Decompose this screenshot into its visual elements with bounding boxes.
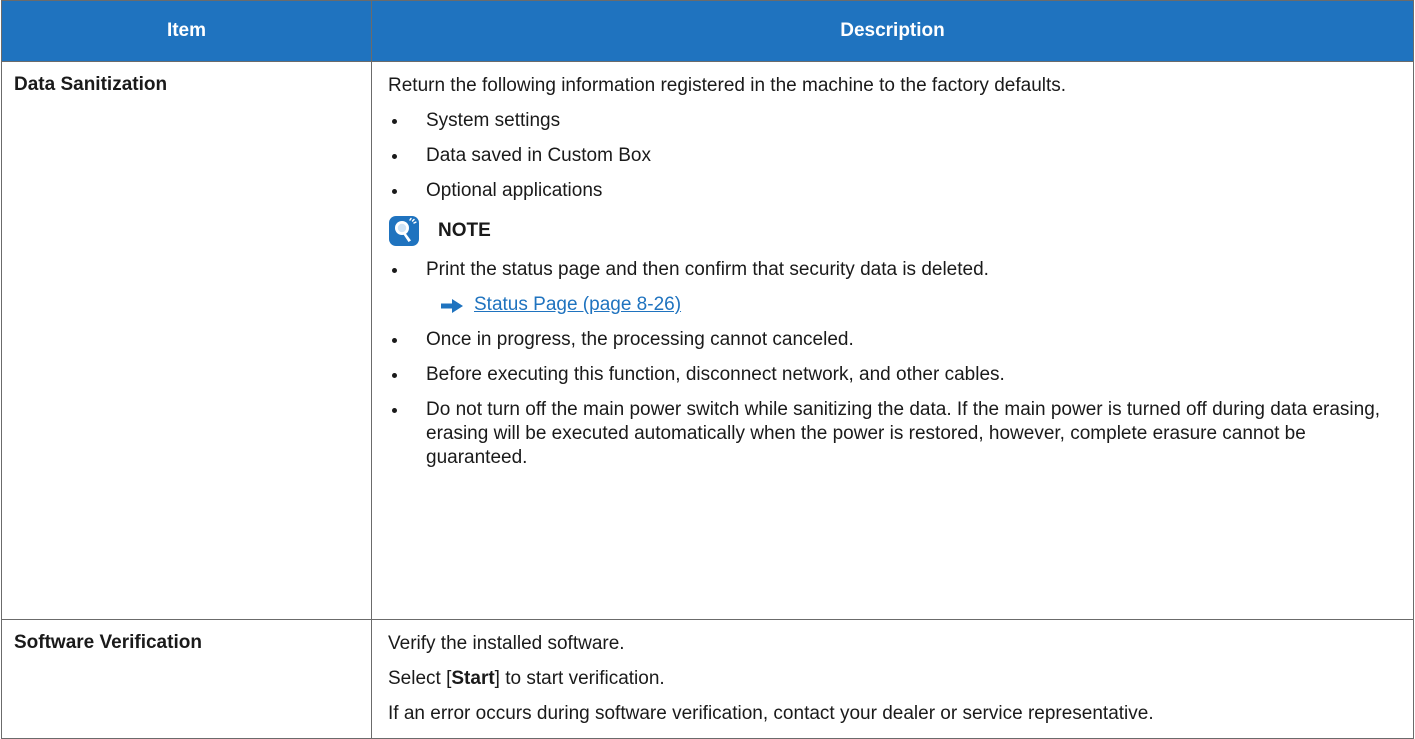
description-text: Verify the installed software. (388, 633, 625, 654)
table-row: Software Verification Verify the install… (1, 619, 1414, 739)
text-fragment: Select [ (388, 668, 452, 689)
settings-table: Item Description Data Sanitization Retur… (1, 0, 1414, 739)
lightbulb-note-icon (388, 215, 420, 247)
list-item: System settings (388, 109, 1397, 133)
start-key-label: Start (451, 668, 495, 689)
table-header-row: Item Description (1, 0, 1414, 62)
list-item: Before executing this function, disconne… (388, 363, 1397, 387)
column-header-item: Item (1, 0, 372, 62)
list-item: Print the status page and then confirm t… (388, 258, 1397, 282)
item-cell: Software Verification (1, 619, 372, 739)
status-page-link[interactable]: Status Page (page 8-26) (474, 293, 681, 317)
description-cell: Verify the installed software. Select [S… (371, 619, 1414, 739)
item-cell: Data Sanitization (1, 61, 372, 620)
note-label: NOTE (438, 220, 491, 241)
list-item: Optional applications (388, 179, 1397, 203)
description-text: Return the following information registe… (388, 75, 1067, 96)
list-item: Do not turn off the main power switch wh… (388, 398, 1397, 470)
note-heading: NOTE (388, 215, 1397, 247)
description-text: If an error occurs during software verif… (388, 703, 1154, 724)
text-fragment: ] to start verification. (494, 668, 665, 689)
description-text: Select [Start] to start verification. (388, 667, 1397, 691)
list-item: Once in progress, the processing cannot … (388, 328, 1397, 352)
arrow-right-icon (440, 297, 464, 313)
column-header-description: Description (371, 0, 1414, 62)
description-cell: Return the following information registe… (371, 61, 1414, 620)
table-row: Data Sanitization Return the following i… (1, 61, 1414, 620)
list-item: Data saved in Custom Box (388, 144, 1397, 168)
cross-reference: Status Page (page 8-26) (388, 293, 1397, 317)
